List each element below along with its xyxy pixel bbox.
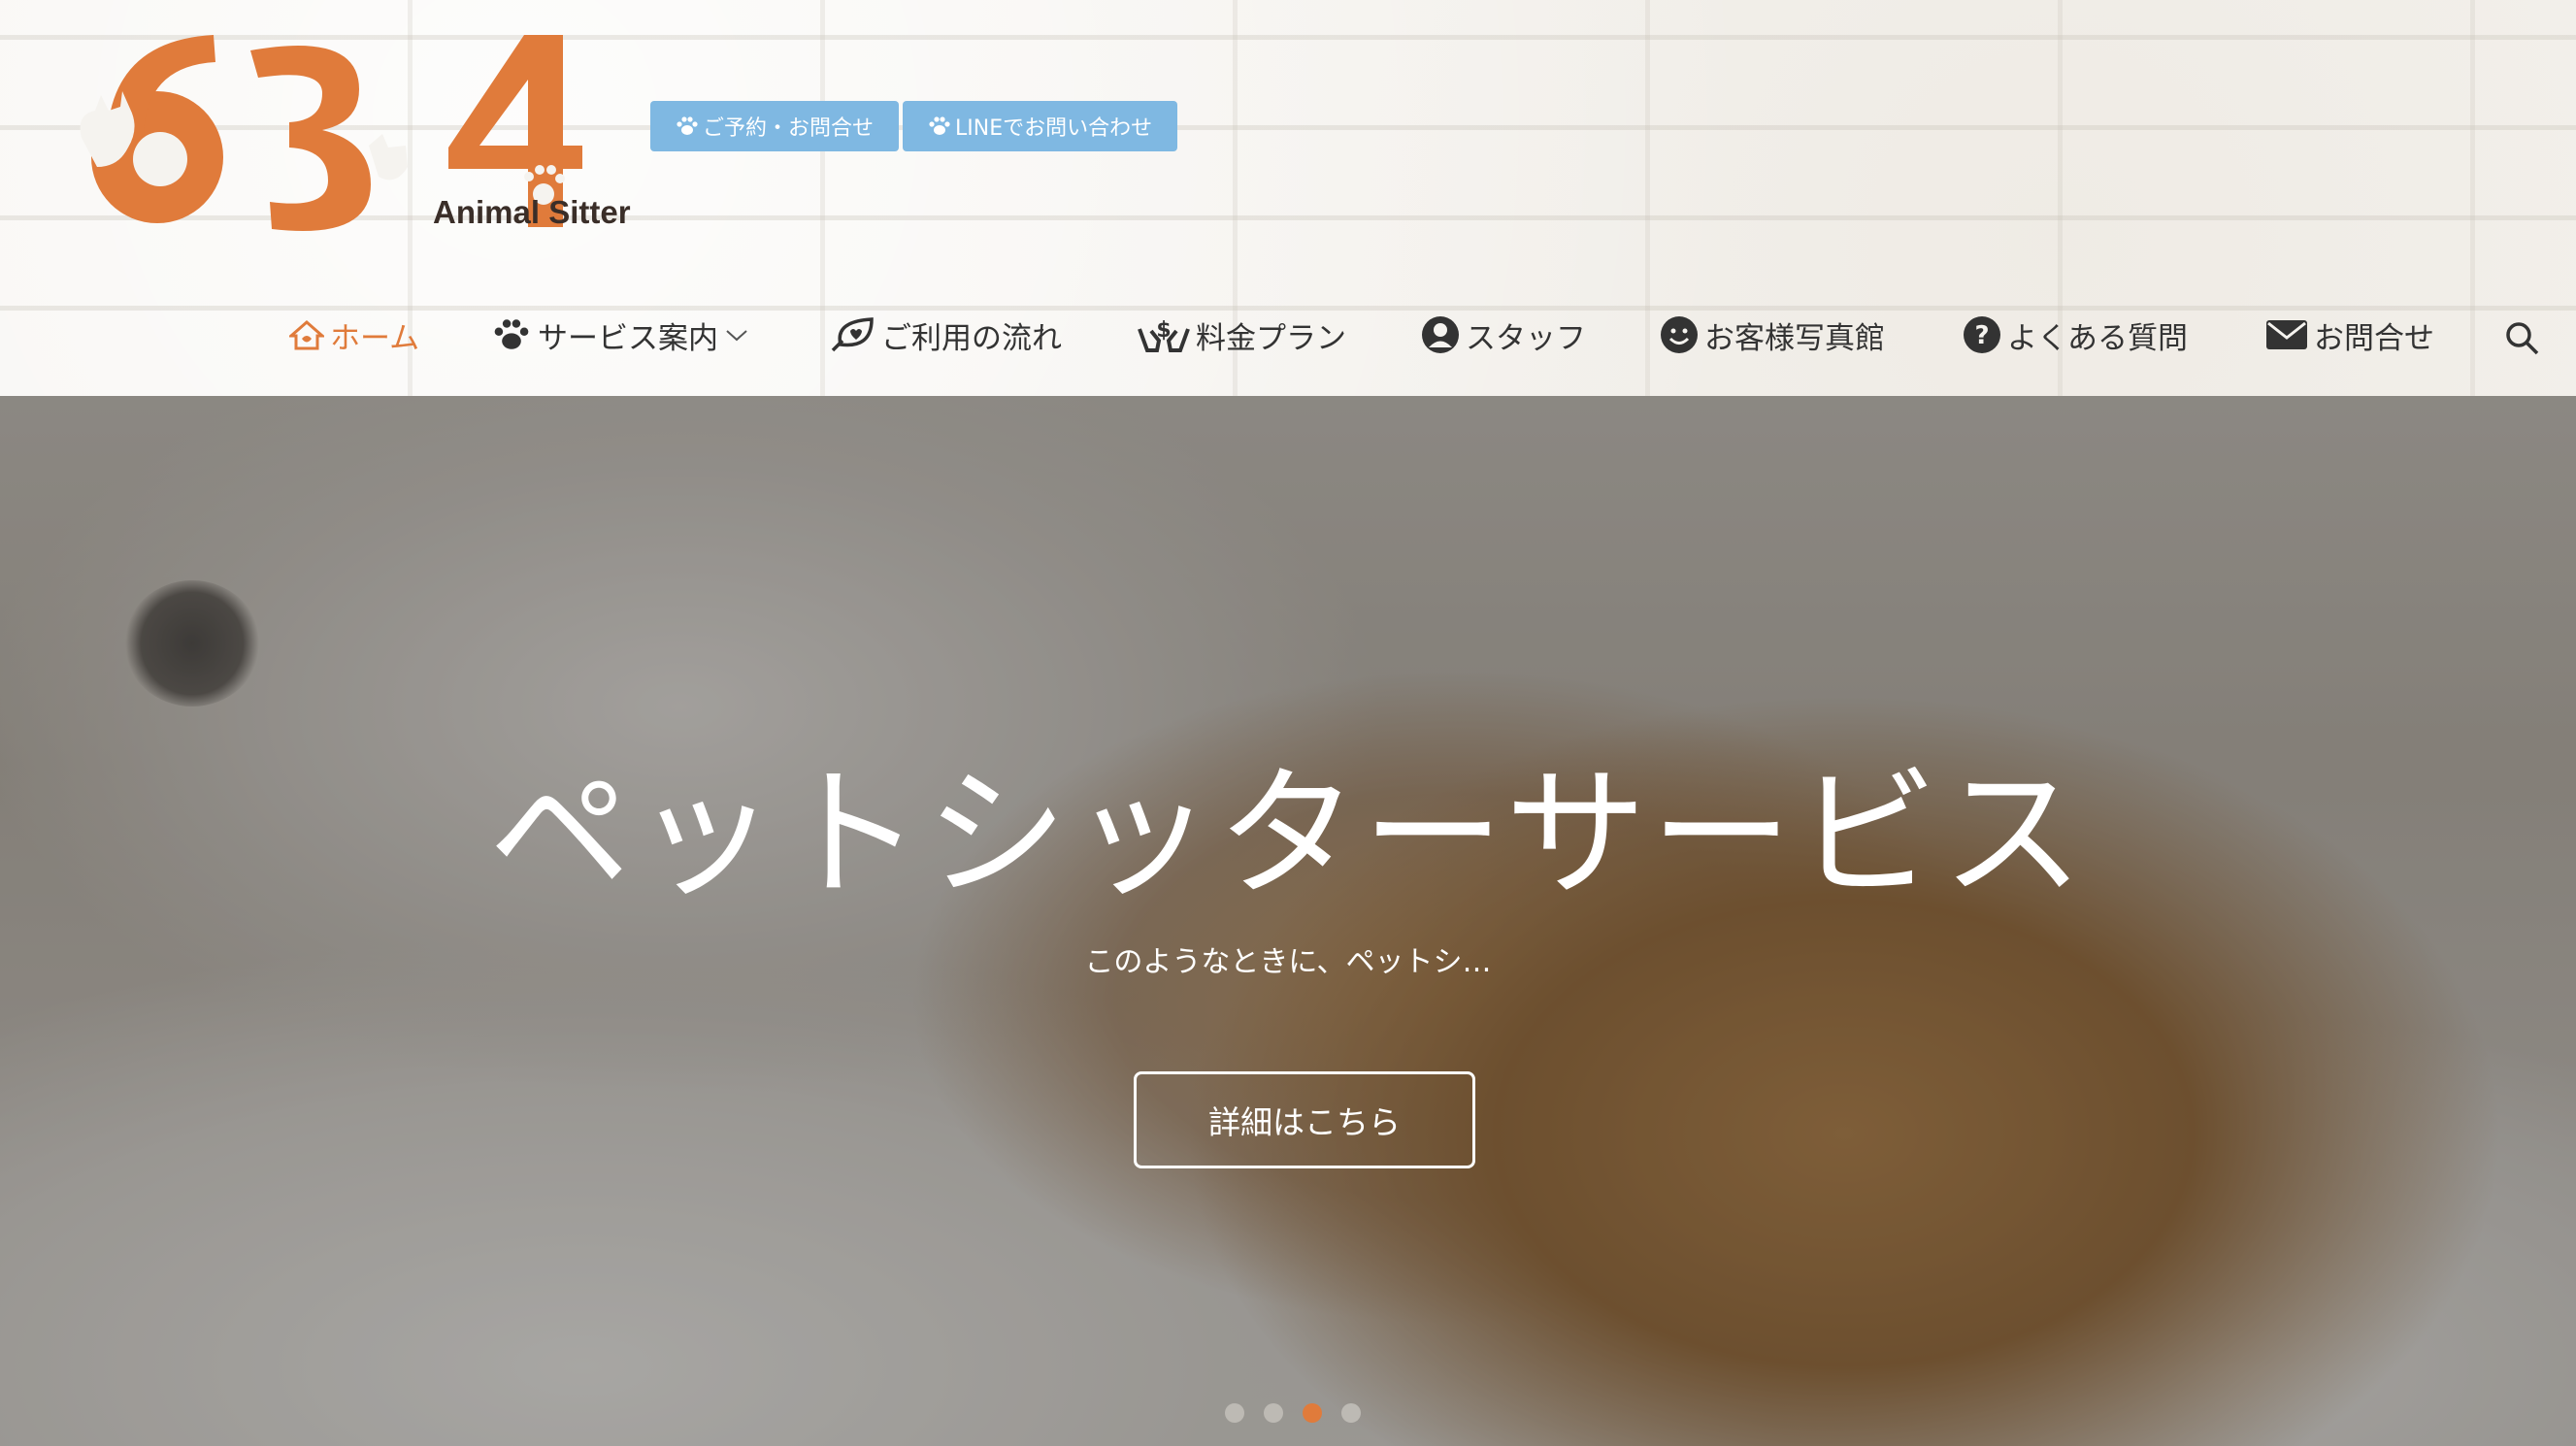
nav-item-label: お客様写真館 <box>1704 320 1885 356</box>
nav-item-services[interactable]: サービス案内 <box>491 299 749 371</box>
nav-item-label: サービス案内 <box>538 320 718 356</box>
paw-icon <box>929 116 950 135</box>
home-icon <box>289 319 324 350</box>
search-icon <box>2506 322 2539 355</box>
logo-caption: Animal Sitter <box>433 194 631 230</box>
slider-dot-active[interactable] <box>1303 1403 1322 1423</box>
money-hands-icon: $ <box>1138 315 1190 354</box>
paw-icon <box>491 317 532 352</box>
slider-dot[interactable] <box>1225 1403 1244 1423</box>
svg-text:?: ? <box>1974 321 1989 350</box>
nav-item-label: お問合せ <box>2314 320 2434 356</box>
reservation-button[interactable]: ご予約・お問合せ <box>650 101 900 151</box>
hero-subtitle: このようなときに、ペットシ… <box>1084 945 1492 979</box>
search-button[interactable] <box>2504 320 2541 357</box>
line-contact-button[interactable]: LINEでお問い合わせ <box>903 101 1178 151</box>
nav-item-label: ご利用の流れ <box>881 320 1062 356</box>
nav-item-label: スタッフ <box>1466 320 1586 356</box>
nav-item-label: よくある質問 <box>2007 320 2188 356</box>
nav-item-gallery[interactable]: お客様写真館 <box>1660 299 1885 371</box>
nav-item-faq[interactable]: ? よくある質問 <box>1963 299 2188 371</box>
user-circle-icon <box>1421 315 1460 354</box>
nav-item-label: 料金プラン <box>1196 320 1346 356</box>
heart-leaf-icon <box>829 315 875 354</box>
nav-item-label: ホーム <box>330 320 420 356</box>
details-button[interactable]: 詳細はこちら <box>1134 1071 1475 1168</box>
header-actions: ご予約・お問合せ LINEでお問い合わせ <box>650 101 1178 151</box>
paw-icon <box>677 116 698 135</box>
nav-item-pricing[interactable]: $ 料金プラン <box>1138 299 1346 371</box>
nav-item-staff[interactable]: スタッフ <box>1421 299 1586 371</box>
chevron-down-icon <box>724 325 749 345</box>
hero-title: ペットシッターサービス <box>488 752 2088 917</box>
line-contact-button-label: LINEでお問い合わせ <box>955 116 1153 141</box>
nav-item-flow[interactable]: ご利用の流れ <box>829 299 1062 371</box>
nav-item-home[interactable]: ホーム <box>289 299 419 371</box>
main-nav: ホーム サービス案内 ご利用の流れ $ 料金プラン スタッフ お客様写真館 ? … <box>0 299 2576 371</box>
svg-text:$: $ <box>1156 318 1171 343</box>
slider-dot[interactable] <box>1264 1403 1283 1423</box>
slider-dot[interactable] <box>1341 1403 1361 1423</box>
nav-item-contact[interactable]: お問合せ <box>2265 299 2434 371</box>
site-logo[interactable]: Animal Sitter <box>68 21 631 237</box>
smile-icon <box>1660 315 1699 354</box>
question-icon: ? <box>1963 315 2001 354</box>
slider-pagination <box>1225 1403 1361 1423</box>
site-header: Animal Sitter ご予約・お問合せ LINEでお問い合わせ ホーム サ… <box>0 0 2576 396</box>
envelope-icon <box>2265 318 2308 351</box>
reservation-button-label: ご予約・お問合せ <box>703 116 875 141</box>
